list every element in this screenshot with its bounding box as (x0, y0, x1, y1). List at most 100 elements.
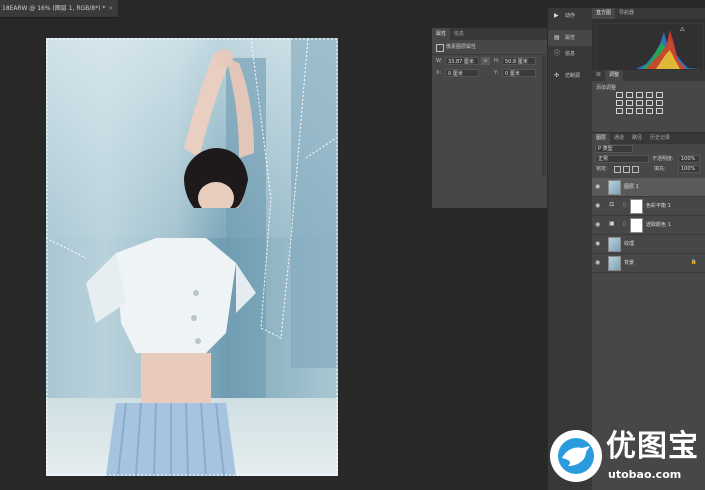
visibility-eye-icon[interactable]: ◉ (595, 203, 600, 209)
link-icon[interactable]: ∞ (481, 57, 490, 65)
layer-thumbnail (608, 237, 621, 252)
watermark: 优图宝 utobao.com (548, 428, 705, 490)
tab-libraries[interactable]: 库 (592, 70, 605, 81)
vibrance-icon[interactable] (656, 92, 663, 98)
levels-icon[interactable] (626, 92, 633, 98)
width-field[interactable]: 33.87 厘米 (445, 57, 479, 65)
histogram-panel: ⚠ (595, 23, 704, 71)
tab-layers[interactable]: 图层 (592, 133, 611, 144)
actions-button[interactable]: ▶ 动作 (548, 8, 592, 24)
watermark-url: utobao.com (608, 468, 682, 481)
layer-name[interactable]: 色彩平衡 1 (646, 203, 671, 209)
layer-row-layer1[interactable]: ◉ 图层 1 (592, 178, 705, 197)
y-label: Y: (494, 70, 499, 76)
lock-pixels-icon[interactable] (623, 166, 630, 173)
threshold-icon[interactable] (636, 108, 643, 114)
close-icon[interactable]: × (108, 5, 113, 12)
kind-filter-select[interactable]: P 类型 (595, 145, 633, 153)
tab-history[interactable]: 历史记录 (646, 133, 674, 144)
mask-link-icon[interactable]: ▯ (623, 222, 626, 227)
y-field[interactable]: 0 厘米 (502, 69, 536, 77)
height-label: H: (494, 58, 500, 64)
opacity-field[interactable]: 100% (678, 155, 700, 163)
histogram-graph (598, 30, 701, 69)
fill-field[interactable]: 100% (678, 165, 700, 173)
lock-position-icon[interactable] (632, 166, 639, 173)
pixel-layer-icon (436, 44, 444, 52)
x-field[interactable]: 0 厘米 (445, 69, 479, 77)
height-field[interactable]: 50.8 厘米 (502, 57, 536, 65)
width-label: W: (436, 58, 443, 64)
actions-label: 动作 (565, 13, 576, 19)
visibility-eye-icon[interactable]: ◉ (595, 260, 600, 266)
properties-label: 属性 (565, 35, 576, 41)
mask-link-icon[interactable]: ▯ (623, 203, 626, 208)
panel-icon-column: ▶ 动作 ▤ 属性 ⓘ 信息 ✣ 仿制源 (547, 8, 592, 490)
clone-source-button[interactable]: ✣ 仿制源 (548, 68, 592, 84)
layer-thumbnail (608, 256, 621, 271)
adjustments-panel: 库 调整 添加调整 (592, 70, 705, 132)
layer-thumbnail (608, 180, 621, 195)
fill-label: 填充: (654, 166, 666, 172)
invert-icon[interactable] (616, 108, 623, 114)
properties-button[interactable]: ▤ 属性 (548, 30, 592, 46)
tab-paths[interactable]: 路径 (628, 133, 646, 144)
hue-saturation-icon[interactable] (616, 100, 623, 106)
brightness-icon[interactable] (616, 92, 623, 98)
photo-filter-icon[interactable] (646, 100, 653, 106)
properties-section-label: 像素图层属性 (446, 44, 477, 50)
tab-adjustments[interactable]: 调整 (605, 70, 624, 81)
layer-name[interactable]: 选取颜色 1 (646, 222, 671, 228)
color-balance-adjustment-icon: ⚖ (609, 201, 615, 208)
layer-row-selective-color[interactable]: ◉ ▣ ▯ 选取颜色 1 (592, 216, 705, 235)
visibility-eye-icon[interactable]: ◉ (595, 222, 600, 228)
tab-histogram[interactable]: 直方图 (592, 8, 616, 19)
properties-scrollbar[interactable] (542, 56, 546, 176)
color-balance-icon[interactable] (626, 100, 633, 106)
watermark-brand: 优图宝 (606, 429, 699, 464)
layer-mask-thumbnail[interactable] (630, 218, 643, 233)
posterize-icon[interactable] (626, 108, 633, 114)
selective-color-adjustment-icon: ▣ (609, 220, 615, 227)
exposure-icon[interactable] (646, 92, 653, 98)
blend-mode-select[interactable]: 正常 (595, 155, 649, 163)
document-tab[interactable]: 18EARW @ 16% (图层 1, RGB/8*) * × (0, 0, 118, 18)
bird-logo-icon (550, 430, 602, 482)
layer-name[interactable]: 图层 1 (624, 184, 639, 190)
add-adjustment-label: 添加调整 (596, 85, 617, 91)
visibility-eye-icon[interactable]: ◉ (595, 241, 600, 247)
canvas-image[interactable] (46, 38, 338, 476)
layer-name[interactable]: 背景 (624, 260, 634, 266)
gradient-map-icon[interactable] (646, 108, 653, 114)
tab-info[interactable]: 信息 (450, 28, 468, 40)
tab-channels[interactable]: 通道 (610, 133, 628, 144)
channel-mixer-icon[interactable] (656, 100, 663, 106)
visibility-eye-icon[interactable]: ◉ (595, 184, 600, 190)
lock-transparent-icon[interactable] (614, 166, 621, 173)
clone-source-icon: ✣ (554, 72, 560, 79)
info-icon: ⓘ (554, 50, 561, 57)
layer-row-texture[interactable]: ◉ 纹理 (592, 235, 705, 254)
document-tab-title: 18EARW @ 16% (图层 1, RGB/8*) * (2, 5, 106, 12)
properties-tabs: 属性 信息 (432, 28, 548, 40)
play-icon: ▶ (554, 12, 559, 19)
tab-navigator[interactable]: 导航器 (615, 8, 638, 19)
tab-properties[interactable]: 属性 (432, 28, 451, 40)
selective-color-icon[interactable] (656, 108, 663, 114)
x-label: X: (436, 70, 442, 76)
blend-row: 正常 不透明度: 100% (592, 154, 705, 164)
layer-mask-thumbnail[interactable] (630, 199, 643, 214)
marching-ants-selection (46, 38, 338, 476)
layer-row-background[interactable]: ◉ 背景 🔒 (592, 254, 705, 273)
lock-row: 锁定: 填充: 100% (592, 164, 705, 174)
warning-icon[interactable]: ⚠ (680, 26, 685, 33)
layer-name[interactable]: 纹理 (624, 241, 634, 247)
properties-panel: 属性 信息 像素图层属性 W: 33.87 厘米 ∞ H: 50.8 厘米 X:… (431, 27, 549, 209)
info-button[interactable]: ⓘ 信息 (548, 46, 592, 62)
histogram-tabs: 直方图 导航器 (592, 8, 705, 19)
layer-row-color-balance[interactable]: ◉ ⚖ ▯ 色彩平衡 1 (592, 197, 705, 216)
curves-icon[interactable] (636, 92, 643, 98)
lock-icon: 🔒 (690, 259, 697, 265)
info-label: 信息 (565, 51, 576, 57)
black-white-icon[interactable] (636, 100, 643, 106)
